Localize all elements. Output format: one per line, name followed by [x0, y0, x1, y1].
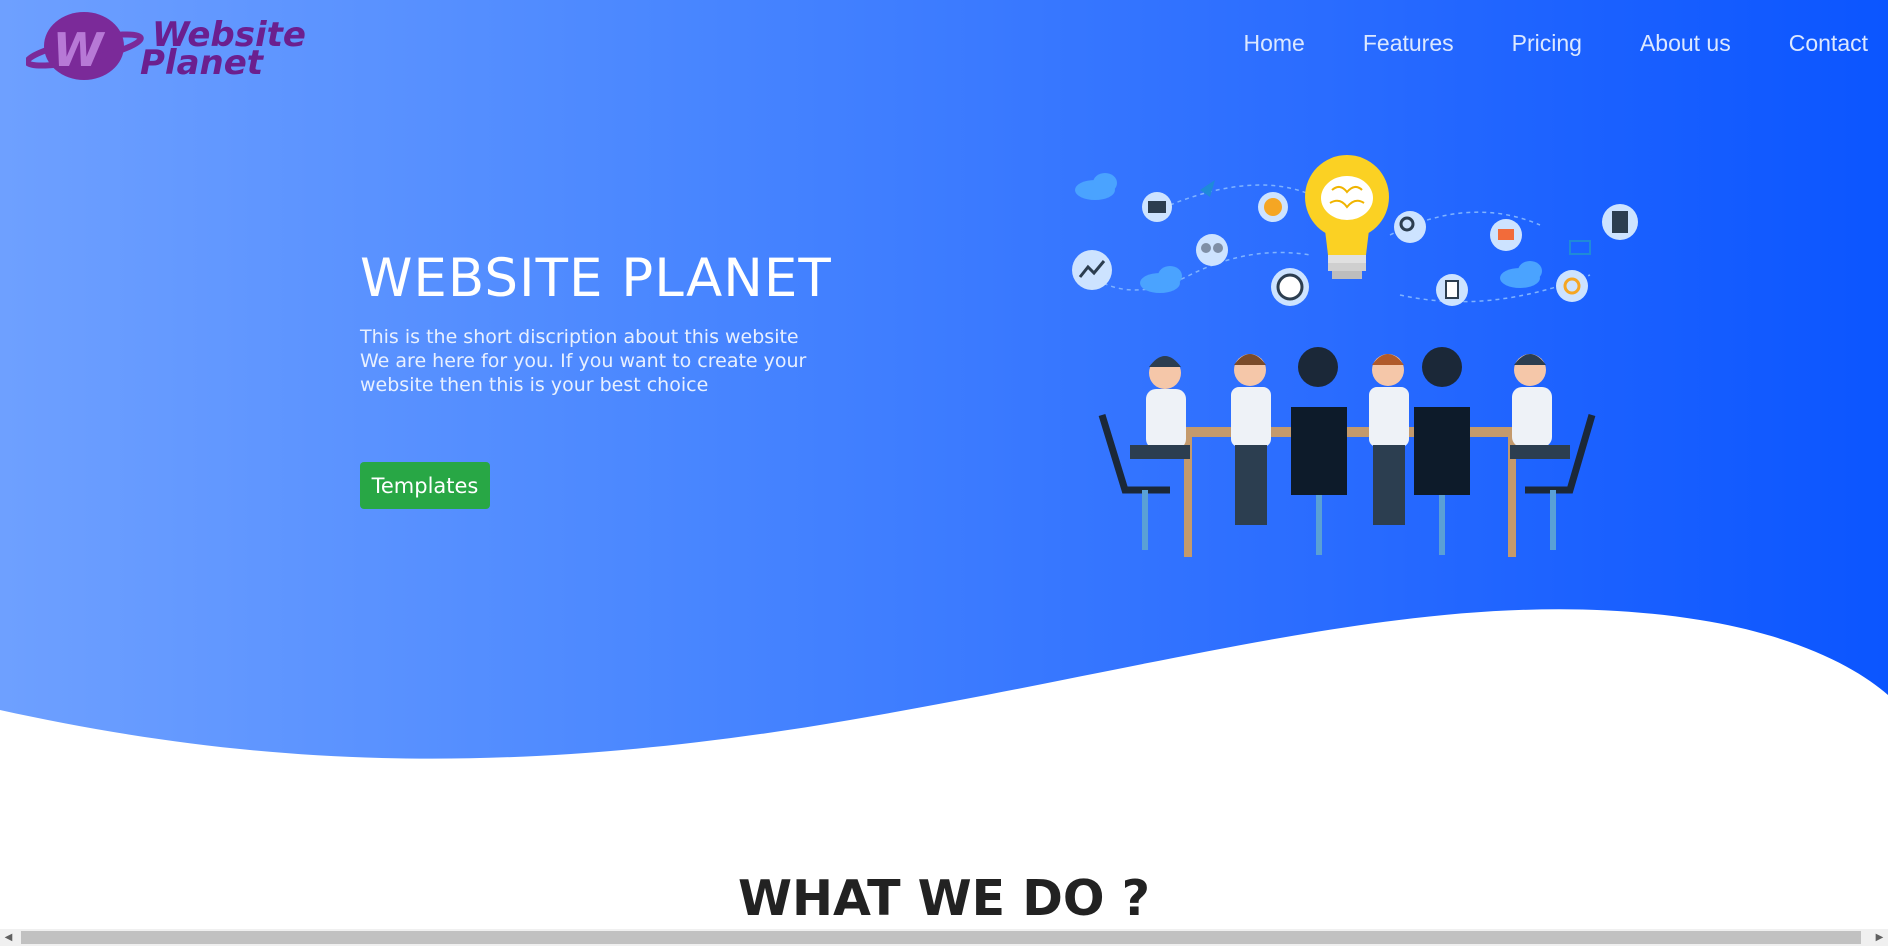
horizontal-scrollbar[interactable]: ◀ ▶	[0, 929, 1888, 946]
nav-features[interactable]: Features	[1363, 30, 1454, 57]
hero-description: This is the short discription about this…	[360, 326, 807, 396]
hero-text: WEBSITE PLANET This is the short discrip…	[360, 248, 880, 397]
lightbulb-icon	[1305, 155, 1389, 279]
section-title-what-we-do: WHAT WE DO ?	[737, 870, 1151, 927]
nav-pricing[interactable]: Pricing	[1512, 30, 1582, 57]
nav-about-us[interactable]: About us	[1640, 30, 1731, 57]
hero-wave	[0, 609, 1888, 780]
website-planet-logo[interactable]: W Website Planet	[26, 8, 326, 84]
team-meeting-illustration	[1072, 155, 1638, 557]
nav-contact[interactable]: Contact	[1789, 30, 1868, 57]
nav-home[interactable]: Home	[1244, 30, 1305, 57]
team-people	[1098, 347, 1596, 555]
scroll-left-arrow-icon[interactable]: ◀	[0, 929, 17, 946]
logo-text-planet: Planet	[140, 43, 265, 83]
main-nav: Home Features Pricing About us Contact	[1244, 30, 1869, 57]
scroll-right-arrow-icon[interactable]: ▶	[1871, 929, 1888, 946]
svg-text:W: W	[53, 23, 106, 77]
scrollbar-thumb[interactable]	[21, 931, 1861, 944]
hero-title: WEBSITE PLANET	[360, 248, 832, 309]
hero-section: W Website Planet Home Features Pricing A…	[0, 0, 1888, 780]
templates-button[interactable]: Templates	[360, 462, 490, 509]
